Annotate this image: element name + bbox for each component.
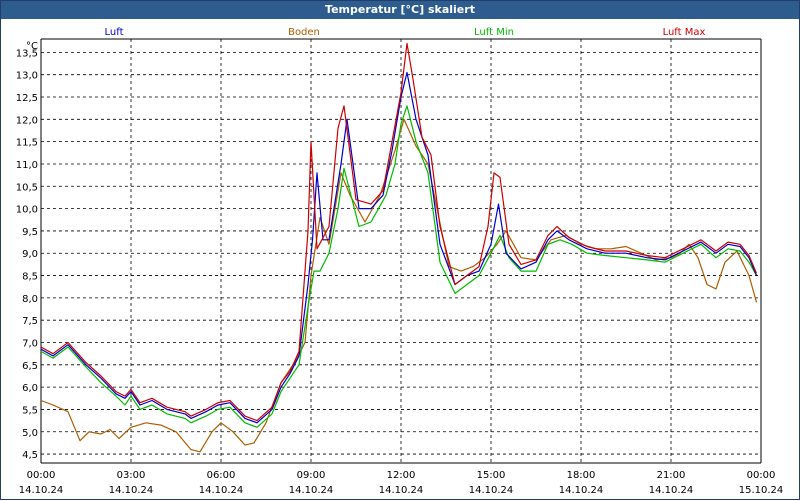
x-tick-date: 14.10.24 — [19, 485, 64, 496]
temperature-chart: Luft Boden Luft Min Luft Max 13,513,012,512… — [1, 20, 799, 499]
x-tick-time: 03:00 — [117, 470, 146, 481]
legend-luft-min: Luft Min — [474, 27, 514, 38]
x-tick-time: 18:00 — [567, 470, 596, 481]
y-tick-label: 11,0 — [16, 160, 38, 171]
plot-background — [1, 20, 799, 499]
y-tick-label: 8,5 — [22, 272, 38, 283]
y-tick-label: 6,0 — [22, 383, 38, 394]
y-tick-label: 11,5 — [16, 138, 38, 149]
y-tick-label: 8,0 — [22, 294, 38, 305]
x-tick-date: 15.10.24 — [739, 485, 784, 496]
y-tick-label: 12,0 — [16, 115, 38, 126]
x-tick-date: 14.10.24 — [379, 485, 424, 496]
y-axis-unit: °C — [26, 41, 38, 52]
x-tick-date: 14.10.24 — [109, 485, 154, 496]
x-tick-date: 14.10.24 — [469, 485, 514, 496]
x-tick-date: 14.10.24 — [559, 485, 604, 496]
y-tick-label: 5,5 — [22, 405, 38, 416]
legend-boden: Boden — [288, 27, 320, 38]
legend-luft-max: Luft Max — [663, 27, 706, 38]
x-tick-time: 00:00 — [747, 470, 776, 481]
y-tick-label: 6,5 — [22, 361, 38, 372]
y-tick-label: 10,5 — [16, 182, 38, 193]
x-tick-date: 14.10.24 — [199, 485, 244, 496]
x-tick-time: 00:00 — [27, 470, 56, 481]
x-tick-date: 14.10.24 — [649, 485, 694, 496]
x-tick-time: 12:00 — [387, 470, 416, 481]
legend-luft: Luft — [105, 27, 124, 38]
x-tick-time: 15:00 — [477, 470, 506, 481]
x-tick-time: 21:00 — [657, 470, 686, 481]
y-tick-label: 5,0 — [22, 428, 38, 439]
y-tick-label: 12,5 — [16, 93, 38, 104]
chart-window: Temperatur [°C] skaliert Luft Boden Luft M… — [0, 0, 800, 500]
y-tick-label: 4,5 — [22, 450, 38, 461]
y-tick-label: 10,0 — [16, 205, 38, 216]
x-tick-date: 14.10.24 — [289, 485, 334, 496]
y-tick-label: 9,0 — [22, 249, 38, 260]
y-tick-label: 13,0 — [16, 71, 38, 82]
y-tick-label: 7,5 — [22, 316, 38, 327]
y-tick-label: 7,0 — [22, 338, 38, 349]
y-tick-label: 9,5 — [22, 227, 38, 238]
x-tick-time: 06:00 — [207, 470, 236, 481]
x-tick-time: 09:00 — [297, 470, 326, 481]
